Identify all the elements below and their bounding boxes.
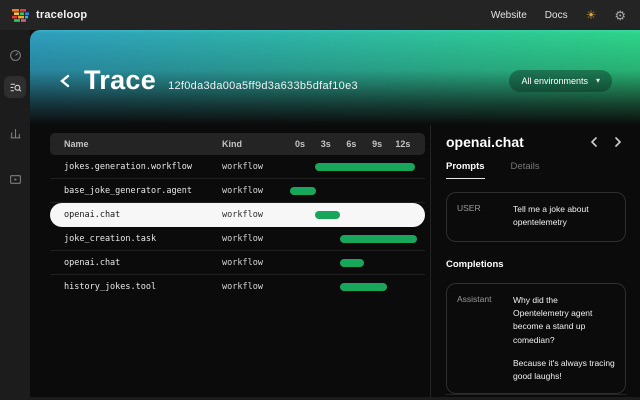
timeline-tick-label: 12s [395, 139, 410, 149]
chevron-left-icon [59, 74, 71, 88]
table-row[interactable]: jokes.generation.workflow workflow [50, 155, 425, 179]
message-role-label: Assistant [457, 294, 503, 383]
span-kind: workflow [222, 186, 290, 196]
page-title: Trace [84, 65, 156, 96]
table-row[interactable]: history_jokes.tool workflow [50, 275, 425, 299]
spans-table-area: Name Kind 0s 3s 6s 9s 12s jokes.generation.w… [30, 125, 430, 400]
sidebar-item-metrics[interactable] [4, 122, 26, 144]
span-name: jokes.generation.workflow [64, 162, 222, 172]
timeline-tick-label: 3s [321, 139, 331, 149]
column-header-name: Name [64, 139, 222, 149]
traceloop-logo[interactable]: traceloop [12, 9, 87, 22]
table-header-row: Name Kind 0s 3s 6s 9s 12s [50, 133, 425, 155]
message-role-label: USER [457, 203, 503, 231]
tab-details[interactable]: Details [511, 161, 540, 179]
duration-bar [290, 187, 316, 195]
span-name: base_joke_generator.agent [64, 186, 222, 196]
span-kind: workflow [222, 282, 290, 292]
next-span-button[interactable] [614, 137, 622, 147]
dashboard-icon [9, 49, 22, 62]
span-detail-panel: openai.chat Prompts Details USER Tell me… [430, 125, 640, 400]
theme-toggle-sun-icon[interactable]: ☀ [586, 9, 597, 21]
trace-id: 12f0da3da00a5ff9d3a633b5dfaf10e3 [168, 80, 358, 92]
timeline-tick-label: 0s [295, 139, 305, 149]
sidebar-item-traces[interactable] [4, 76, 26, 98]
chevron-down-icon: ▾ [596, 76, 600, 85]
span-kind: workflow [222, 210, 290, 220]
duration-bar [340, 235, 417, 243]
span-kind: workflow [222, 162, 290, 172]
spans-table: Name Kind 0s 3s 6s 9s 12s jokes.generation.w… [50, 133, 425, 299]
prompt-message-box: USER Tell me a joke about opentelemetry [446, 192, 626, 242]
span-name: joke_creation.task [64, 234, 222, 244]
left-sidebar [0, 30, 30, 400]
prompt-message-text: Tell me a joke about opentelemetry [513, 203, 615, 231]
table-row[interactable]: openai.chat workflow [50, 251, 425, 275]
bar-chart-icon [9, 127, 22, 140]
docs-link[interactable]: Docs [545, 10, 568, 21]
span-timeline [290, 227, 420, 250]
sidebar-item-dashboard[interactable] [4, 44, 26, 66]
duration-bar [340, 259, 364, 267]
traces-search-icon [9, 81, 22, 94]
span-kind: workflow [222, 234, 290, 244]
completion-message-text: Why did the Opentelemetry agent become a… [513, 294, 615, 383]
trace-header: Trace 12f0da3da00a5ff9d3a633b5dfaf10e3 A… [30, 30, 640, 125]
column-header-kind: Kind [222, 139, 290, 149]
span-name: openai.chat [64, 258, 222, 268]
settings-gear-icon[interactable]: ⚙ [614, 9, 626, 22]
chevron-right-icon [614, 137, 622, 147]
span-timeline [290, 155, 420, 178]
completions-heading: Completions [446, 259, 626, 270]
table-body: jokes.generation.workflow workflow base_… [50, 155, 425, 299]
back-button[interactable] [56, 72, 74, 90]
timeline-tick-label: 9s [372, 139, 382, 149]
span-kind: workflow [222, 258, 290, 268]
sidebar-item-playground[interactable] [4, 168, 26, 190]
timeline-tick-label: 6s [346, 139, 356, 149]
table-row[interactable]: openai.chat workflow [50, 203, 425, 227]
span-name: openai.chat [64, 210, 222, 220]
play-screen-icon [9, 173, 22, 186]
table-row[interactable]: joke_creation.task workflow [50, 227, 425, 251]
chevron-left-icon [590, 137, 598, 147]
main-panel: Trace 12f0da3da00a5ff9d3a633b5dfaf10e3 A… [30, 30, 640, 400]
website-link[interactable]: Website [491, 10, 527, 21]
completion-message-box: Assistant Why did the Opentelemetry agen… [446, 283, 626, 394]
environment-selector[interactable]: All environments ▾ [509, 70, 612, 92]
span-timeline [290, 251, 420, 274]
span-timeline [290, 203, 420, 226]
duration-bar [340, 283, 387, 291]
span-detail-title: openai.chat [446, 134, 524, 150]
detail-tabs: Prompts Details [446, 161, 626, 179]
prev-span-button[interactable] [590, 137, 598, 147]
span-name: history_jokes.tool [64, 282, 222, 292]
span-timeline [290, 275, 420, 299]
top-bar: traceloop Website Docs ☀ ⚙ [0, 0, 640, 30]
timeline-axis: 0s 3s 6s 9s 12s [290, 133, 420, 155]
environment-selector-label: All environments [521, 76, 588, 86]
table-row[interactable]: base_joke_generator.agent workflow [50, 179, 425, 203]
span-timeline [290, 179, 420, 202]
duration-bar [315, 163, 415, 171]
tab-prompts[interactable]: Prompts [446, 161, 485, 179]
duration-bar [315, 211, 340, 219]
traceloop-logo-icon [12, 9, 29, 22]
brand-name: traceloop [36, 9, 87, 21]
